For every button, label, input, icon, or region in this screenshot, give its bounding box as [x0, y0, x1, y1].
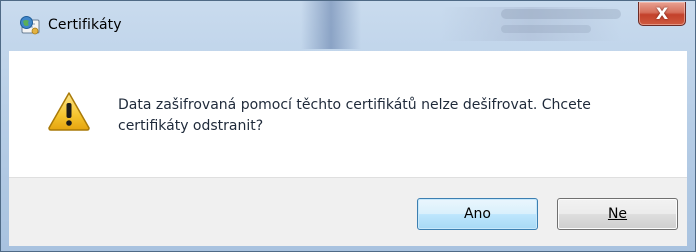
- glass-background: [501, 25, 591, 33]
- dialog-window: Certifikáty X Data zašifrovaná pomocí tě…: [0, 0, 696, 252]
- no-button-label: Ne: [607, 206, 628, 222]
- close-icon: X: [655, 3, 669, 23]
- yes-button-label: Ano: [463, 206, 491, 222]
- glass-background: [301, 1, 361, 49]
- certificates-icon: [20, 16, 40, 35]
- close-button[interactable]: X: [638, 2, 686, 26]
- window-title: Certifikáty: [48, 17, 122, 33]
- dialog-message: Data zašifrovaná pomocí těchto certifiká…: [118, 97, 591, 134]
- no-button[interactable]: Ne: [557, 198, 678, 230]
- glass-background: [501, 9, 621, 19]
- yes-button[interactable]: Ano: [417, 198, 538, 230]
- warning-icon: [48, 92, 90, 131]
